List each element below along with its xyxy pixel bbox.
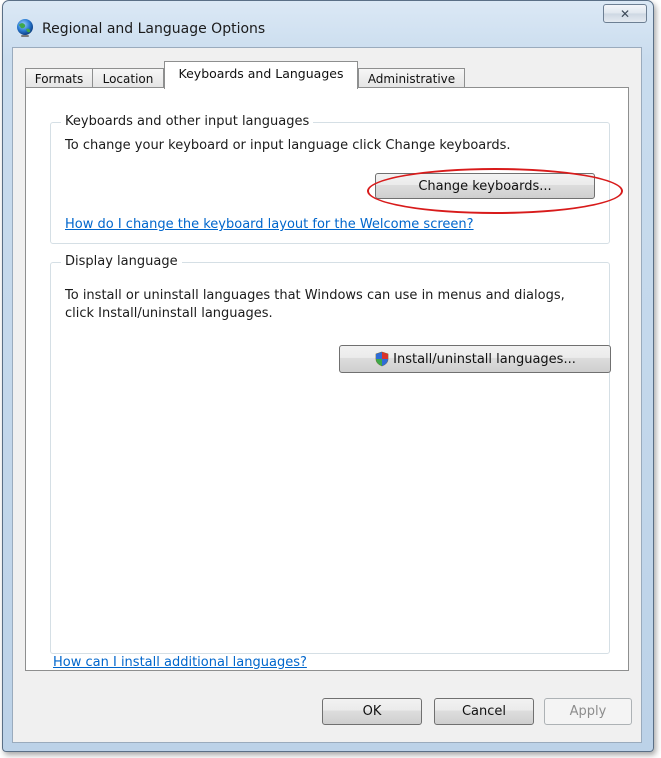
- display-language-group: Display language To install or uninstall…: [50, 254, 611, 654]
- cancel-button[interactable]: Cancel: [434, 698, 534, 725]
- window-title: Regional and Language Options: [42, 21, 266, 37]
- keyboards-description: To change your keyboard or input languag…: [65, 138, 511, 153]
- install-additional-languages-link-visible[interactable]: How can I install additional languages?: [53, 655, 307, 670]
- ok-button[interactable]: OK: [322, 698, 422, 725]
- change-keyboards-button[interactable]: Change keyboards...: [375, 173, 595, 199]
- tab-formats[interactable]: Formats: [25, 68, 93, 88]
- tab-location[interactable]: Location: [92, 68, 164, 88]
- keyboards-tab-panel: Keyboards and other input languages To c…: [25, 87, 629, 671]
- dialog-window: Regional and Language Options ✕ Formats …: [2, 0, 654, 752]
- close-icon: ✕: [619, 6, 631, 21]
- tab-strip: Formats Location Keyboards and Languages…: [25, 60, 629, 89]
- display-language-description: To install or uninstall languages that W…: [65, 288, 565, 321]
- display-language-legend: Display language: [61, 254, 182, 269]
- close-button[interactable]: ✕: [603, 4, 647, 23]
- keyboards-group: Keyboards and other input languages To c…: [50, 114, 610, 244]
- globe-icon: [17, 19, 33, 37]
- title-bar[interactable]: Regional and Language Options ✕: [3, 1, 653, 37]
- welcome-screen-keyboard-link[interactable]: How do I change the keyboard layout for …: [65, 217, 474, 232]
- dialog-client-area: Formats Location Keyboards and Languages…: [12, 47, 642, 743]
- keyboards-group-legend: Keyboards and other input languages: [61, 114, 314, 129]
- uac-shield-icon: [375, 351, 389, 367]
- tab-administrative[interactable]: Administrative: [358, 68, 465, 88]
- install-uninstall-languages-button[interactable]: Install/uninstall languages...: [339, 345, 611, 373]
- tab-keyboards-and-languages[interactable]: Keyboards and Languages: [164, 61, 358, 89]
- apply-button[interactable]: Apply: [544, 698, 632, 725]
